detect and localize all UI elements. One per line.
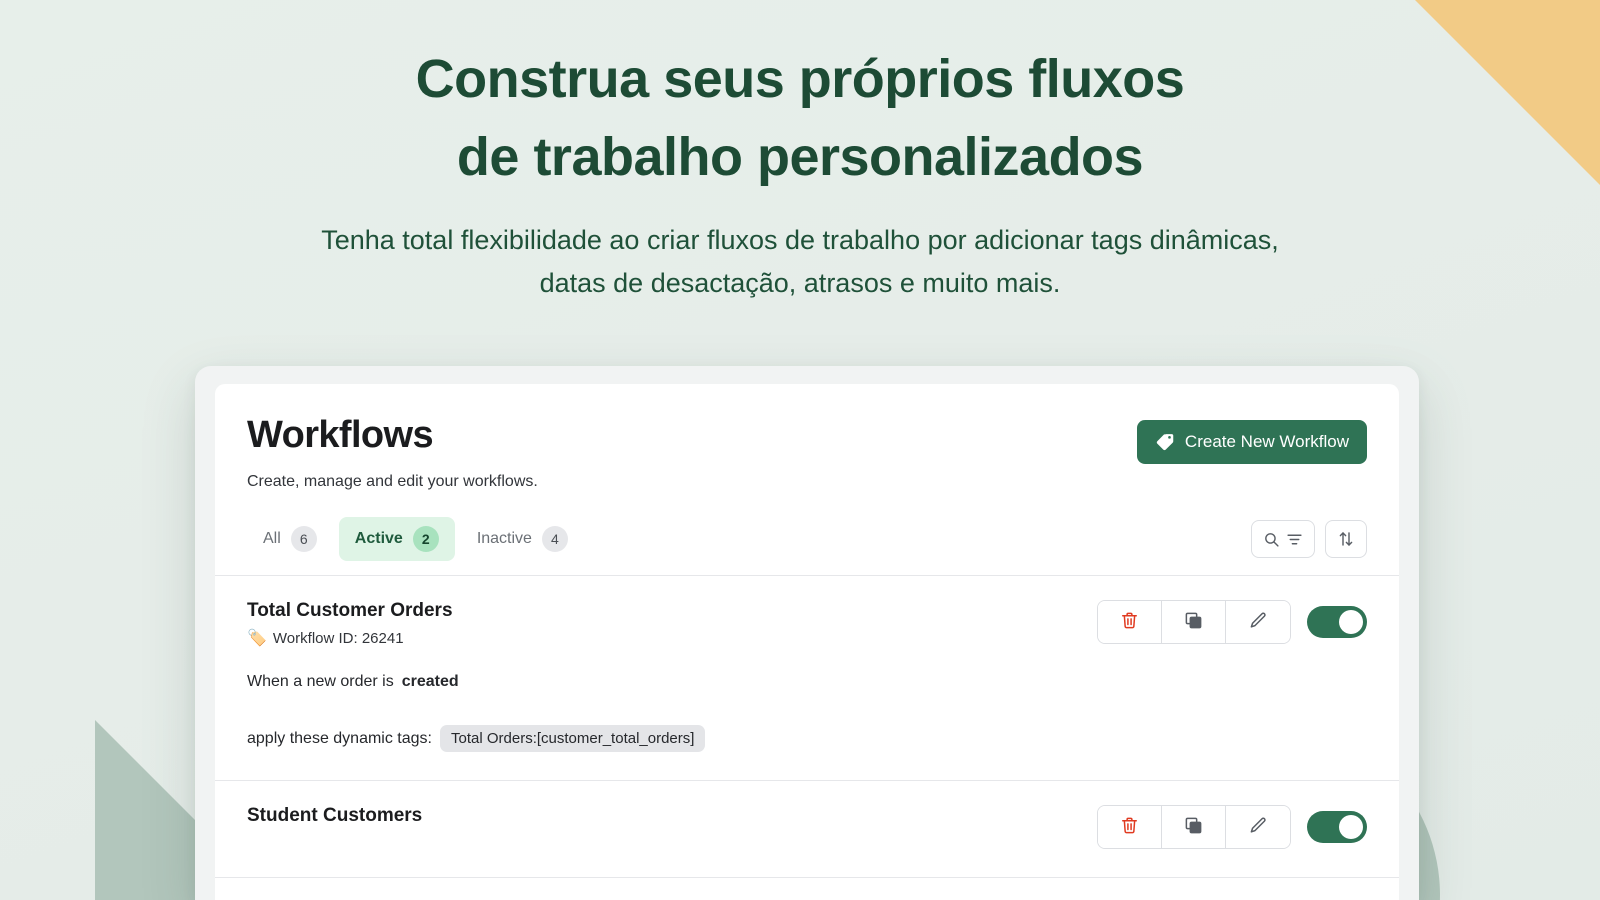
edit-button[interactable]	[1226, 601, 1290, 643]
copy-icon	[1184, 611, 1203, 633]
create-new-workflow-button[interactable]: Create New Workflow	[1136, 420, 1367, 464]
tag-icon	[1155, 432, 1175, 452]
workflow-actions	[1097, 805, 1367, 849]
hero-title-line-2: de trabalho personalizados	[456, 127, 1144, 188]
workflow-name: Student Customers	[247, 805, 423, 826]
tab-active-label: Active	[354, 530, 403, 547]
app-window-frame: Workflows Create, manage and edit your w…	[195, 366, 1419, 900]
tab-all-count: 6	[290, 526, 317, 552]
create-new-workflow-label: Create New Workflow	[1184, 432, 1349, 451]
table-row: Student Customers	[215, 781, 1399, 878]
dynamic-tag-chip: Total Orders:[customer_total_orders]	[440, 725, 706, 752]
sort-button[interactable]	[1325, 520, 1367, 558]
workflows-card: Workflows Create, manage and edit your w…	[215, 384, 1399, 900]
toggle-knob	[1339, 815, 1363, 839]
hero-subtitle: Tenha total flexibilidade ao criar fluxo…	[0, 219, 1600, 305]
tab-all-label: All	[263, 530, 281, 547]
filter-tabs: All 6 Active 2 Inactive 4	[247, 517, 584, 561]
card-header: Workflows Create, manage and edit your w…	[215, 384, 1399, 491]
hero-title: Construa seus próprios fluxos de trabalh…	[0, 40, 1600, 197]
hero-title-line-1: Construa seus próprios fluxos	[415, 49, 1185, 109]
workflow-details: When a new order is created apply these …	[247, 673, 1367, 752]
duplicate-button[interactable]	[1162, 806, 1226, 848]
workflow-row-header: Total Customer Orders 🏷️ Workflow ID: 26…	[247, 600, 1367, 647]
toggle-knob	[1339, 610, 1363, 634]
tab-inactive-label: Inactive	[476, 530, 532, 547]
hero-subtitle-line-1: Tenha total flexibilidade ao criar fluxo…	[321, 224, 1279, 255]
tab-inactive-count: 4	[541, 526, 568, 552]
pencil-icon	[1249, 816, 1268, 838]
table-row: Total Customer Orders 🏷️ Workflow ID: 26…	[215, 576, 1399, 781]
edit-button[interactable]	[1226, 806, 1290, 848]
delete-button[interactable]	[1098, 601, 1162, 643]
workflow-identity: Student Customers	[247, 805, 422, 827]
page-title: Workflows	[247, 414, 434, 456]
filter-toolbar: All 6 Active 2 Inactive 4	[215, 517, 1399, 576]
workflow-name: Total Customer Orders	[247, 600, 453, 621]
workflow-action-group	[1097, 600, 1291, 644]
workflow-actions	[1097, 600, 1367, 644]
hero-subtitle-line-2: datas de desactação, atrasos e muito mai…	[539, 267, 1061, 298]
hero-section: Construa seus próprios fluxos de trabalh…	[0, 0, 1600, 305]
workflow-id: 🏷️ Workflow ID: 26241	[247, 630, 453, 647]
tab-inactive[interactable]: Inactive 4	[461, 517, 584, 561]
trash-icon	[1120, 816, 1139, 838]
workflow-enabled-toggle[interactable]	[1307, 811, 1367, 843]
workflow-identity: Total Customer Orders 🏷️ Workflow ID: 26…	[247, 600, 453, 647]
workflow-trigger-prefix: When a new order is	[247, 673, 394, 690]
tag-emoji-icon: 🏷️	[247, 629, 267, 647]
copy-icon	[1184, 816, 1203, 838]
duplicate-button[interactable]	[1162, 601, 1226, 643]
workflow-tags-prefix: apply these dynamic tags:	[247, 729, 432, 747]
card-header-text: Workflows Create, manage and edit your w…	[247, 414, 538, 491]
workflow-trigger-line: When a new order is created	[247, 673, 1367, 691]
workflow-action-group	[1097, 805, 1291, 849]
workflow-enabled-toggle[interactable]	[1307, 606, 1367, 638]
workflow-id-label: Workflow ID: 26241	[272, 630, 404, 647]
tab-all[interactable]: All 6	[247, 517, 333, 561]
sort-arrows-icon	[1337, 530, 1355, 548]
page-subtitle: Create, manage and edit your workflows.	[247, 473, 538, 490]
workflow-trigger-event: created	[401, 673, 459, 690]
trash-icon	[1120, 611, 1139, 633]
toolbar-actions	[1251, 520, 1367, 558]
search-icon	[1263, 531, 1280, 548]
delete-button[interactable]	[1098, 806, 1162, 848]
tab-active-count: 2	[412, 526, 439, 552]
workflow-row-header: Student Customers	[247, 805, 1367, 849]
search-filter-button[interactable]	[1251, 520, 1315, 558]
filter-icon	[1286, 531, 1303, 548]
pencil-icon	[1249, 611, 1268, 633]
workflow-tags-line: apply these dynamic tags: Total Orders:[…	[247, 725, 1367, 752]
tab-active[interactable]: Active 2	[338, 517, 455, 561]
